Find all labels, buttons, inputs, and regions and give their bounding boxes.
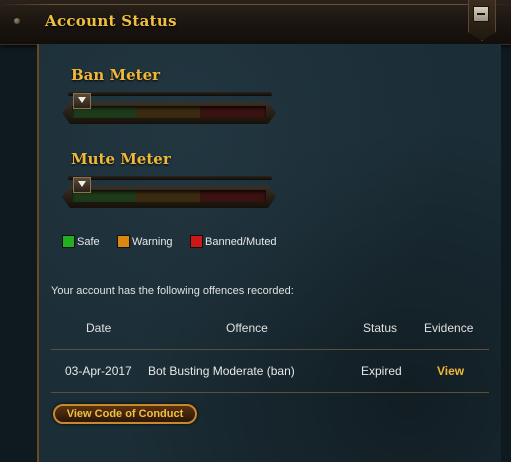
offence-status: Expired [361,364,402,378]
mute-meter-rail [68,176,272,180]
column-header-evidence: Evidence [424,321,474,335]
column-header-date: Date [86,321,112,335]
column-header-status: Status [363,321,398,335]
view-code-of-conduct-button[interactable]: View Code of Conduct [53,404,197,424]
mute-meter-bar [72,190,266,202]
panel-title: Account Status [45,12,177,30]
ban-meter-pointer-icon [73,93,91,109]
legend-label: Warning [132,236,173,248]
warning-swatch-icon [117,235,130,248]
safe-swatch-icon [62,235,75,248]
panel-header: Account Status [0,0,511,45]
row-divider [51,349,489,350]
offence-date: 03-Apr-2017 [65,364,132,378]
mute-meter [62,176,276,210]
collapse-tab[interactable] [468,0,496,41]
row-divider [51,392,489,393]
rivet-decoration [14,18,20,24]
legend-label: Safe [77,236,100,248]
legend-label: Banned/Muted [205,236,277,248]
view-evidence-link[interactable]: View [437,364,464,378]
ban-meter-bar [72,106,266,118]
ban-meter-title: Ban Meter [71,66,161,84]
ban-meter-rail [68,92,272,96]
banned-swatch-icon [190,235,203,248]
offence-name: Bot Busting Moderate (ban) [148,364,295,378]
mute-meter-title: Mute Meter [71,150,171,168]
ban-meter [62,92,276,126]
offences-intro: Your account has the following offences … [51,285,294,297]
column-header-offence: Offence [226,321,268,335]
mute-meter-pointer-icon [73,177,91,193]
minus-icon[interactable] [473,6,489,22]
